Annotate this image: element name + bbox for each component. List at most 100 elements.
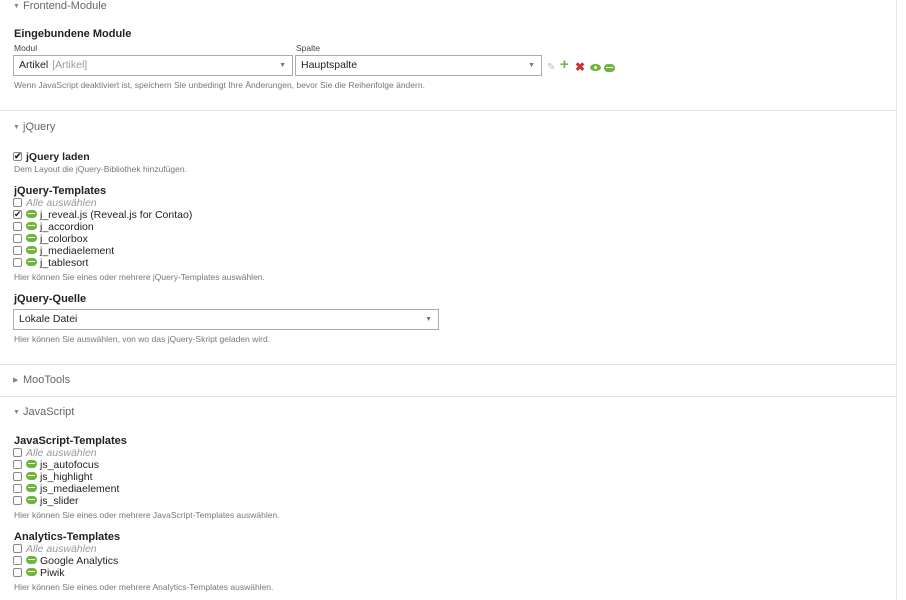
js-template-item[interactable]: js_highlight: [13, 471, 93, 483]
legend-label: Frontend-Module: [23, 0, 107, 12]
divider: [0, 396, 896, 397]
heading-jquery-quelle: jQuery-Quelle: [14, 293, 87, 305]
drag-handle-icon[interactable]: [26, 246, 37, 254]
template-label: j_mediaelement: [40, 245, 115, 257]
select-all-label: Alle auswählen: [26, 543, 97, 555]
jquery-template-item[interactable]: j_accordion: [13, 221, 94, 233]
jquery-template-item[interactable]: j_tablesort: [13, 257, 88, 269]
template-label: js_mediaelement: [40, 483, 120, 495]
select-all-checkbox[interactable]: [13, 448, 22, 457]
template-checkbox[interactable]: [13, 208, 22, 220]
template-label: j_colorbox: [40, 233, 88, 245]
select-all-label: Alle auswählen: [26, 197, 97, 209]
jquery-source-select[interactable]: Lokale Datei ▼: [13, 309, 439, 330]
analytics-templates-tip: Hier können Sie eines oder mehrere Analy…: [14, 582, 274, 592]
drag-handle-icon[interactable]: [26, 472, 37, 480]
template-checkbox[interactable]: [13, 222, 22, 231]
template-checkbox[interactable]: [13, 568, 22, 577]
jquery-load-row[interactable]: jQuery laden: [13, 150, 90, 163]
collapse-arrow-icon: ▼: [13, 124, 20, 131]
legend-javascript[interactable]: ▼ JavaScript: [13, 406, 74, 418]
label-spalte: Spalte: [296, 43, 321, 53]
heading-javascript-templates: JavaScript-Templates: [14, 435, 127, 447]
collapse-arrow-icon: ▼: [13, 3, 20, 10]
jquery-load-checkbox[interactable]: [13, 150, 22, 162]
template-label: j_accordion: [40, 221, 94, 233]
template-label: j_tablesort: [40, 257, 89, 269]
drag-handle-icon[interactable]: [26, 222, 37, 230]
jquery-template-item[interactable]: j_colorbox: [13, 233, 88, 245]
heading-jquery-templates: jQuery-Templates: [14, 185, 107, 197]
modul-select[interactable]: Artikel [Artikel] ▼: [13, 55, 293, 76]
template-checkbox[interactable]: [13, 472, 22, 481]
drag-handle-icon[interactable]: [26, 556, 37, 564]
right-border: [896, 0, 897, 600]
legend-label: JavaScript: [23, 406, 75, 418]
legend-frontend-module[interactable]: ▼ Frontend-Module: [13, 0, 107, 12]
chevron-down-icon: ▼: [425, 316, 432, 323]
js-select-all[interactable]: Alle auswählen: [13, 447, 97, 459]
jquery-templates-tip: Hier können Sie eines oder mehrere jQuer…: [14, 272, 265, 282]
frontend-tip: Wenn JavaScript deaktiviert ist, speiche…: [14, 80, 425, 90]
template-label: js_highlight: [40, 471, 93, 483]
template-checkbox[interactable]: [13, 246, 22, 255]
jquery-select-all[interactable]: Alle auswählen: [13, 197, 97, 209]
expand-arrow-icon: ▶: [13, 377, 19, 384]
spalte-select-value: Hauptspalte: [301, 59, 358, 71]
heading-eingebundene-module: Eingebundene Module: [14, 28, 132, 40]
template-label: j_reveal.js (Reveal.js for Contao): [40, 209, 193, 221]
template-checkbox[interactable]: [13, 496, 22, 505]
drag-handle-icon[interactable]: [26, 496, 37, 504]
select-all-label: Alle auswählen: [26, 447, 97, 459]
collapse-arrow-icon: ▼: [13, 409, 20, 416]
legend-jquery[interactable]: ▼ jQuery: [13, 121, 55, 133]
divider: [0, 364, 896, 365]
template-checkbox[interactable]: [13, 484, 22, 493]
drag-handle-icon[interactable]: [26, 210, 37, 218]
jquery-load-label: jQuery laden: [26, 151, 90, 163]
js-template-item[interactable]: js_autofocus: [13, 459, 99, 471]
template-checkbox[interactable]: [13, 460, 22, 469]
heading-analytics-templates: Analytics-Templates: [14, 531, 121, 543]
jquery-source-value: Lokale Datei: [19, 313, 78, 325]
template-label: js_slider: [40, 495, 79, 507]
modul-select-hint: [Artikel]: [52, 59, 88, 71]
template-label: Piwik: [40, 567, 65, 579]
legend-mootools[interactable]: ▶ MooTools: [13, 374, 70, 386]
chevron-down-icon: ▼: [279, 62, 286, 69]
template-label: js_autofocus: [40, 459, 99, 471]
spalte-select[interactable]: Hauptspalte ▼: [295, 55, 542, 76]
template-checkbox[interactable]: [13, 234, 22, 243]
toggle-visibility-icon[interactable]: [590, 64, 601, 71]
drag-handle-icon[interactable]: [26, 258, 37, 266]
template-checkbox[interactable]: [13, 258, 22, 267]
jquery-template-item[interactable]: j_mediaelement: [13, 245, 114, 257]
add-icon[interactable]: +: [560, 57, 569, 72]
select-all-checkbox[interactable]: [13, 198, 22, 207]
template-label: Google Analytics: [40, 555, 119, 567]
js-template-item[interactable]: js_slider: [13, 495, 79, 507]
drag-handle-icon[interactable]: [26, 568, 37, 576]
drag-handle-icon[interactable]: [26, 234, 37, 242]
analytics-template-item[interactable]: Piwik: [13, 567, 65, 579]
divider: [0, 110, 896, 111]
delete-icon[interactable]: ✖: [575, 61, 585, 73]
chevron-down-icon: ▼: [528, 62, 535, 69]
js-template-item[interactable]: js_mediaelement: [13, 483, 119, 495]
js-templates-tip: Hier können Sie eines oder mehrere JavaS…: [14, 510, 280, 520]
edit-icon[interactable]: ✎: [547, 62, 555, 74]
analytics-template-item[interactable]: Google Analytics: [13, 555, 118, 567]
legend-label: MooTools: [23, 374, 71, 386]
drag-handle-icon[interactable]: [26, 460, 37, 468]
jquery-template-item[interactable]: j_reveal.js (Reveal.js for Contao): [13, 208, 193, 221]
jquery-load-tip: Dem Layout die jQuery-Bibliothek hinzufü…: [14, 164, 187, 174]
analytics-select-all[interactable]: Alle auswählen: [13, 543, 97, 555]
modul-select-value: Artikel: [19, 59, 49, 71]
template-checkbox[interactable]: [13, 556, 22, 565]
legend-label: jQuery: [23, 121, 56, 133]
jquery-source-tip: Hier können Sie auswählen, von wo das jQ…: [14, 334, 271, 344]
drag-handle-icon[interactable]: [26, 484, 37, 492]
select-all-checkbox[interactable]: [13, 544, 22, 553]
label-modul: Modul: [14, 43, 38, 53]
drag-handle-icon[interactable]: [604, 62, 618, 74]
